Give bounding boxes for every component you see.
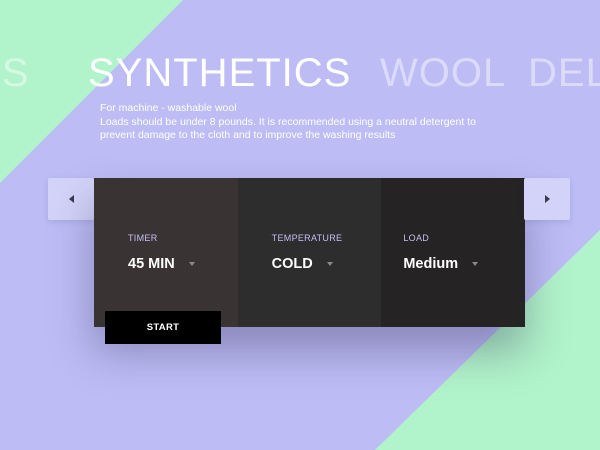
caret-down-icon (472, 262, 479, 266)
timer-label: TIMER (128, 233, 158, 243)
caret-down-icon (326, 262, 333, 266)
mode-item-delicates[interactable]: DEL (528, 50, 600, 96)
description-subtitle: For machine - washable wool (100, 102, 237, 114)
temperature-setting: TEMPERATURE COLD (237, 178, 382, 327)
prev-button[interactable] (48, 178, 94, 220)
temperature-dropdown[interactable]: COLD (272, 256, 333, 272)
mode-item-wool[interactable]: WOOL (380, 50, 506, 96)
load-setting: LOAD Medium (381, 178, 526, 327)
load-dropdown[interactable]: Medium (403, 256, 479, 272)
load-label: LOAD (403, 233, 430, 243)
description-body: Loads should be under 8 pounds. It is re… (100, 115, 476, 142)
load-value: Medium (403, 256, 459, 272)
timer-dropdown[interactable]: 45 MIN (128, 256, 195, 272)
temperature-label: TEMPERATURE (271, 233, 343, 243)
temperature-value: COLD (271, 256, 313, 272)
triangle-left-icon (68, 195, 74, 203)
caret-down-icon (188, 262, 195, 266)
next-button[interactable] (524, 178, 570, 220)
timer-setting: TIMER 45 MIN (94, 178, 238, 327)
mode-carousel: NS SYNTHETICS WOOL DEL (0, 50, 600, 100)
mode-item-cottons[interactable]: NS (0, 50, 30, 96)
mode-item-synthetics[interactable]: SYNTHETICS (88, 50, 351, 96)
start-button[interactable]: START (105, 311, 221, 344)
mode-description: For machine - washable wool Loads should… (100, 102, 480, 143)
timer-value: 45 MIN (128, 256, 175, 272)
triangle-right-icon (544, 195, 550, 203)
settings-panel: TIMER 45 MIN TEMPERATURE COLD LOAD Mediu… (94, 178, 526, 327)
